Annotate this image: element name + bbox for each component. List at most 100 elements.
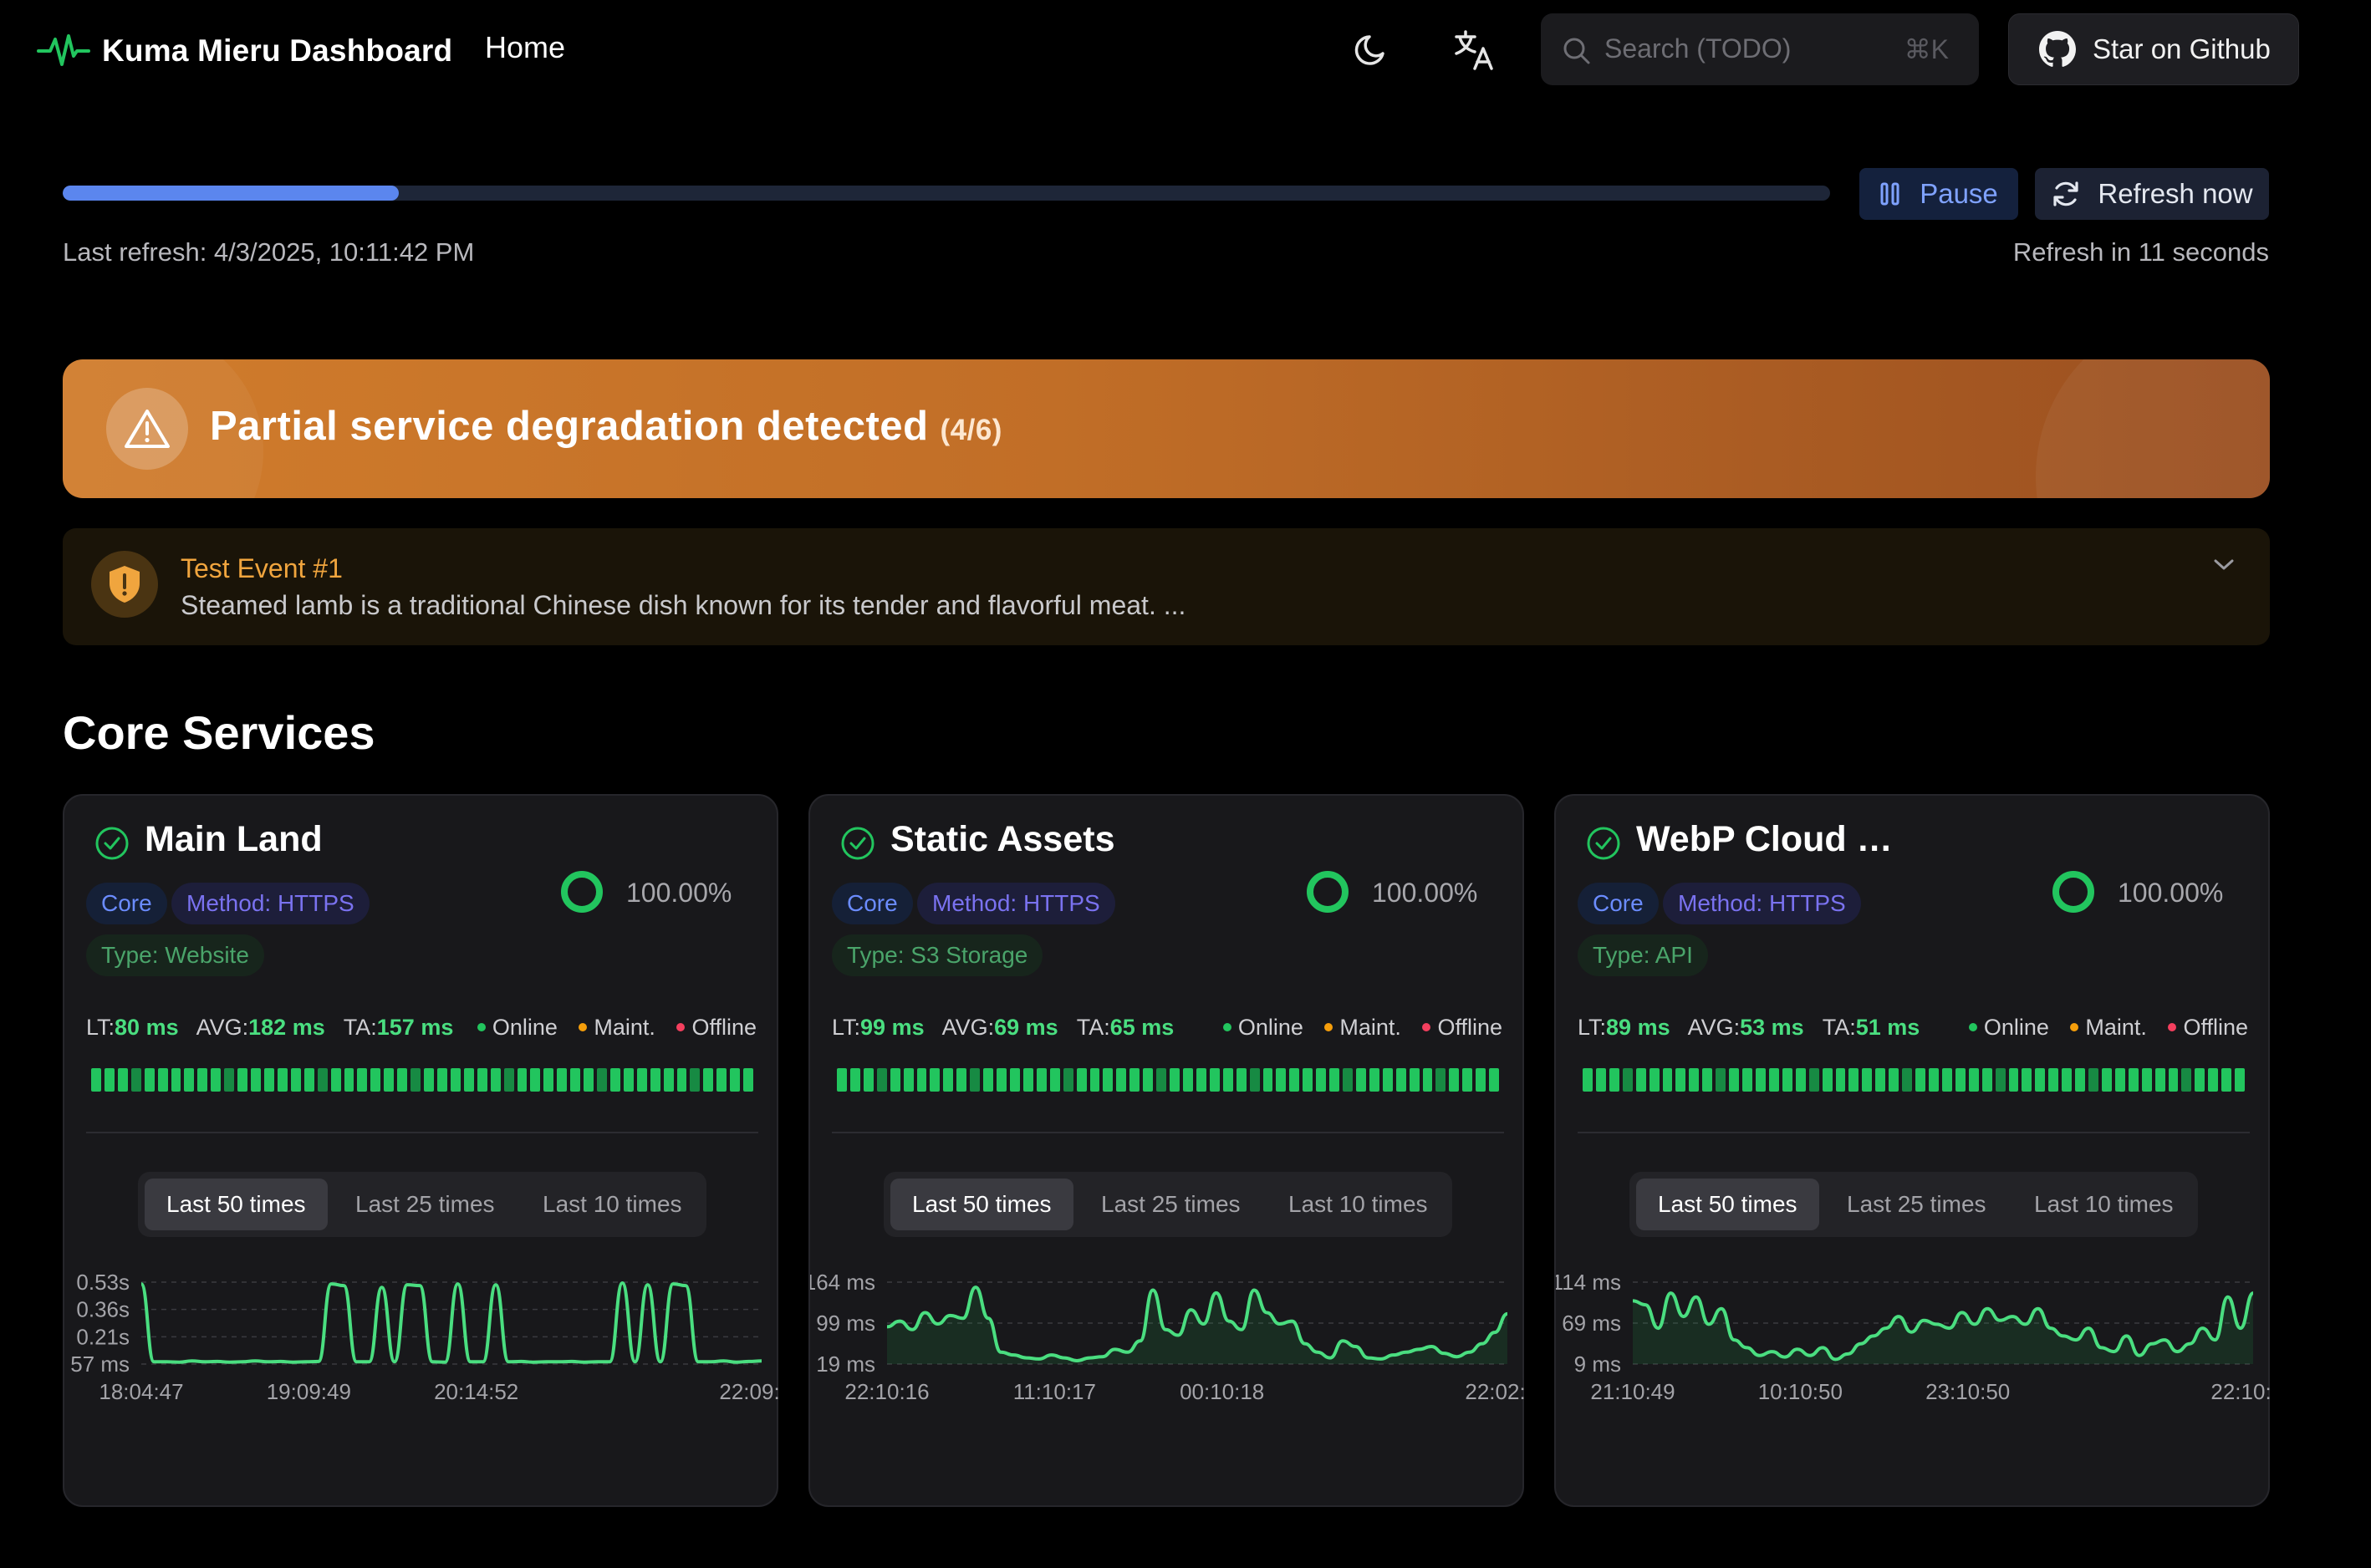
- tab-last-50[interactable]: Last 50 times: [145, 1179, 328, 1230]
- tab-last-10[interactable]: Last 10 times: [521, 1179, 704, 1230]
- monitor-card[interactable]: WebP Cloud Se... Core Method: HTTPS Type…: [1554, 794, 2272, 1507]
- moon-icon: [1354, 35, 1384, 65]
- online-dot-icon: [1222, 1022, 1231, 1031]
- language-button[interactable]: [1445, 20, 1505, 80]
- heartbeat-tick: [570, 1068, 581, 1092]
- heartbeat-tick: [171, 1068, 181, 1092]
- refresh-now-button[interactable]: Refresh now: [2035, 168, 2269, 220]
- y-tick-label: 0.36s: [76, 1297, 130, 1322]
- heartbeat-tick: [584, 1068, 594, 1092]
- heartbeat-tick: [503, 1068, 514, 1092]
- heartbeat-tick: [1955, 1068, 1966, 1092]
- lt-label: LT: [832, 1015, 854, 1040]
- heartbeat-tick: [1995, 1068, 2006, 1092]
- heartbeat-tick: [2154, 1068, 2165, 1092]
- shield-alert-icon: [91, 551, 158, 618]
- heartbeat-tick: [2141, 1068, 2152, 1092]
- heartbeat-tick: [1622, 1068, 1633, 1092]
- y-tick-label: 19 ms: [816, 1352, 875, 1377]
- heartbeat-tick: [130, 1068, 141, 1092]
- heartbeat-tick: [157, 1068, 168, 1092]
- x-tick-label: 21:10:49: [1590, 1379, 1675, 1404]
- x-tick-label: 22:10:52: [2210, 1379, 2272, 1404]
- range-selector: Last 50 times Last 25 times Last 10 time…: [1629, 1172, 2198, 1237]
- status-legend: Online Maint. Offline: [462, 1015, 757, 1041]
- github-icon: [2039, 31, 2076, 67]
- legend-maint: Maint.: [1339, 1015, 1401, 1040]
- heartbeat-tick: [1609, 1068, 1619, 1092]
- heartbeat-tick: [517, 1068, 528, 1092]
- monitor-card[interactable]: Main Land Core Method: HTTPS Type: Websi…: [63, 794, 780, 1507]
- heartbeat-tick: [117, 1068, 128, 1092]
- heartbeat-tick: [2208, 1068, 2219, 1092]
- warning-icon: [106, 388, 188, 470]
- pause-button[interactable]: Pause: [1859, 168, 2018, 220]
- tab-last-10[interactable]: Last 10 times: [2012, 1179, 2195, 1230]
- heartbeat-tick: [1822, 1068, 1833, 1092]
- heartbeat-tick: [1395, 1068, 1406, 1092]
- navbar: Kuma Mieru Dashboard Home Search (TODO) …: [0, 0, 2371, 102]
- heartbeat-tick: [1343, 1068, 1353, 1092]
- heartbeat-tick: [1595, 1068, 1606, 1092]
- refresh-icon: [2053, 181, 2078, 206]
- heartbeat-tick: [1941, 1068, 1952, 1092]
- tab-last-10[interactable]: Last 10 times: [1267, 1179, 1450, 1230]
- maintenance-dot-icon: [579, 1022, 588, 1031]
- heartbeat-tick: [1462, 1068, 1473, 1092]
- heartbeat-tick: [410, 1068, 421, 1092]
- legend-maint: Maint.: [2085, 1015, 2147, 1040]
- heartbeat-tick: [1236, 1068, 1247, 1092]
- heartbeat-tick: [1129, 1068, 1140, 1092]
- latency-chart: 114 ms 69 ms 9 ms21:10:49 10:10:50 23:10:50 2…: [1556, 1270, 2272, 1404]
- nav-link-home[interactable]: Home: [485, 30, 565, 65]
- legend-maint: Maint.: [594, 1015, 655, 1040]
- y-tick-label: 57 ms: [70, 1352, 130, 1377]
- heartbeat-tick: [1222, 1068, 1233, 1092]
- heartbeat-tick: [943, 1068, 954, 1092]
- brand[interactable]: Kuma Mieru Dashboard: [37, 27, 452, 75]
- heartbeat-tick: [1795, 1068, 1806, 1092]
- heartbeat-tick: [2048, 1068, 2059, 1092]
- heartbeat-bar: [91, 1068, 754, 1092]
- monitor-card[interactable]: Static Assets Core Method: HTTPS Type: S…: [808, 794, 1526, 1507]
- heartbeat-tick: [1449, 1068, 1460, 1092]
- tab-last-25[interactable]: Last 25 times: [1079, 1179, 1262, 1230]
- tag-core: Core: [86, 883, 167, 924]
- banner-title: Partial service degradation detected (4/6…: [210, 403, 1002, 450]
- offline-dot-icon: [2168, 1022, 2177, 1031]
- tag-type: Type: API: [1578, 934, 1708, 976]
- incident-card[interactable]: Test Event #1 Steamed lamb is a traditio…: [63, 528, 2270, 645]
- heartbeat-tick: [263, 1068, 274, 1092]
- ta-label: TA: [343, 1015, 371, 1040]
- heartbeat-tick: [211, 1068, 222, 1092]
- heartbeat-tick: [1036, 1068, 1047, 1092]
- legend-offline: Offline: [2183, 1015, 2248, 1040]
- search-icon: [1563, 38, 1590, 64]
- heartbeat-tick: [436, 1068, 447, 1092]
- search-input[interactable]: Search (TODO) ⌘K: [1541, 13, 1979, 85]
- tab-last-25[interactable]: Last 25 times: [334, 1179, 517, 1230]
- heartbeat-tick: [2062, 1068, 2073, 1092]
- theme-toggle-button[interactable]: [1341, 20, 1401, 80]
- heartbeat-tick: [370, 1068, 381, 1092]
- expand-chevron-icon[interactable]: [2211, 557, 2236, 578]
- legend-offline: Offline: [691, 1015, 757, 1040]
- tab-last-25[interactable]: Last 25 times: [1825, 1179, 2008, 1230]
- heartbeat-tick: [1143, 1068, 1154, 1092]
- y-tick-label: 0.53s: [76, 1270, 130, 1295]
- last-refresh-text: Last refresh: 4/3/2025, 10:11:42 PM: [63, 237, 475, 267]
- star-on-github-button[interactable]: Star on Github: [2008, 13, 2299, 85]
- heartbeat-tick: [730, 1068, 741, 1092]
- heartbeat-tick: [983, 1068, 994, 1092]
- tag-type: Type: S3 Storage: [832, 934, 1043, 976]
- tab-last-50[interactable]: Last 50 times: [890, 1179, 1073, 1230]
- heartbeat-tick: [1583, 1068, 1593, 1092]
- heartbeat-tick: [997, 1068, 1007, 1092]
- x-tick-label: 18:04:47: [99, 1379, 183, 1404]
- heartbeat-tick: [676, 1068, 687, 1092]
- legend-online: Online: [1983, 1015, 2049, 1040]
- latency-metrics: LT:99 ms AVG:69 ms TA:65 ms: [832, 1015, 1175, 1040]
- heartbeat-tick: [1076, 1068, 1087, 1092]
- tab-last-50[interactable]: Last 50 times: [1636, 1179, 1819, 1230]
- latency-metrics: LT:80 ms AVG:182 ms TA:157 ms: [86, 1015, 454, 1040]
